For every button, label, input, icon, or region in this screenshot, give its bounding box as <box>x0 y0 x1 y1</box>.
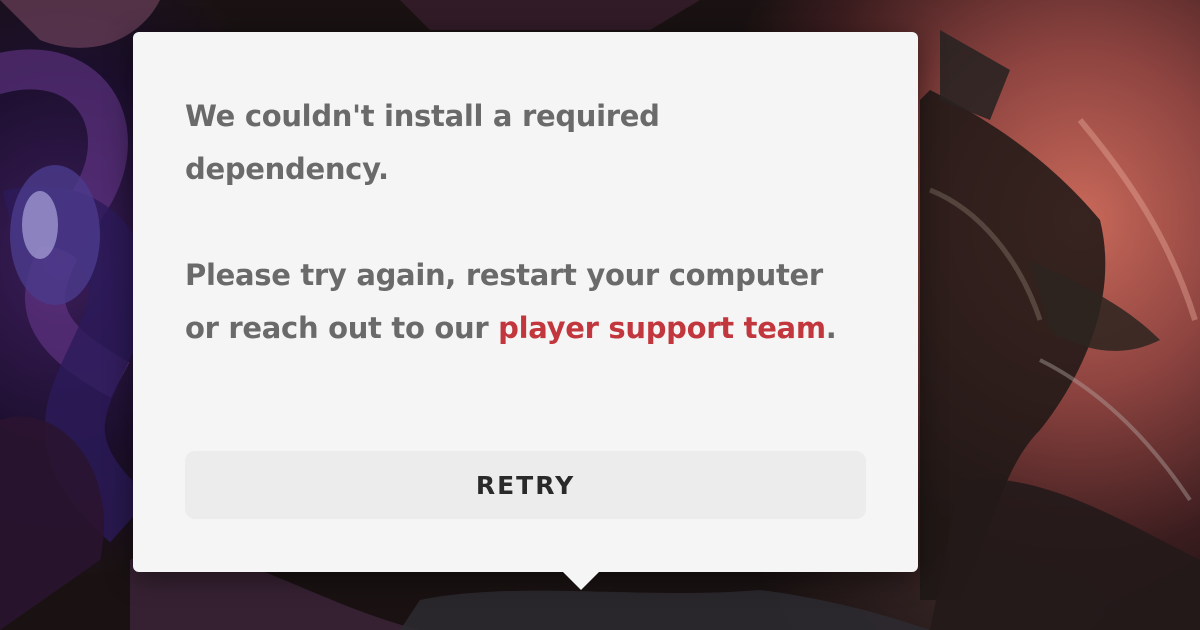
help-message: Please try again, restart your computer … <box>185 249 866 355</box>
help-message-suffix: . <box>825 311 837 345</box>
player-support-link[interactable]: player support team <box>498 311 826 345</box>
retry-button[interactable]: RETRY <box>185 451 866 519</box>
error-message: We couldn't install a required dependenc… <box>185 99 660 186</box>
error-dialog: We couldn't install a required dependenc… <box>133 32 918 590</box>
dialog-pointer-arrow <box>563 572 599 590</box>
